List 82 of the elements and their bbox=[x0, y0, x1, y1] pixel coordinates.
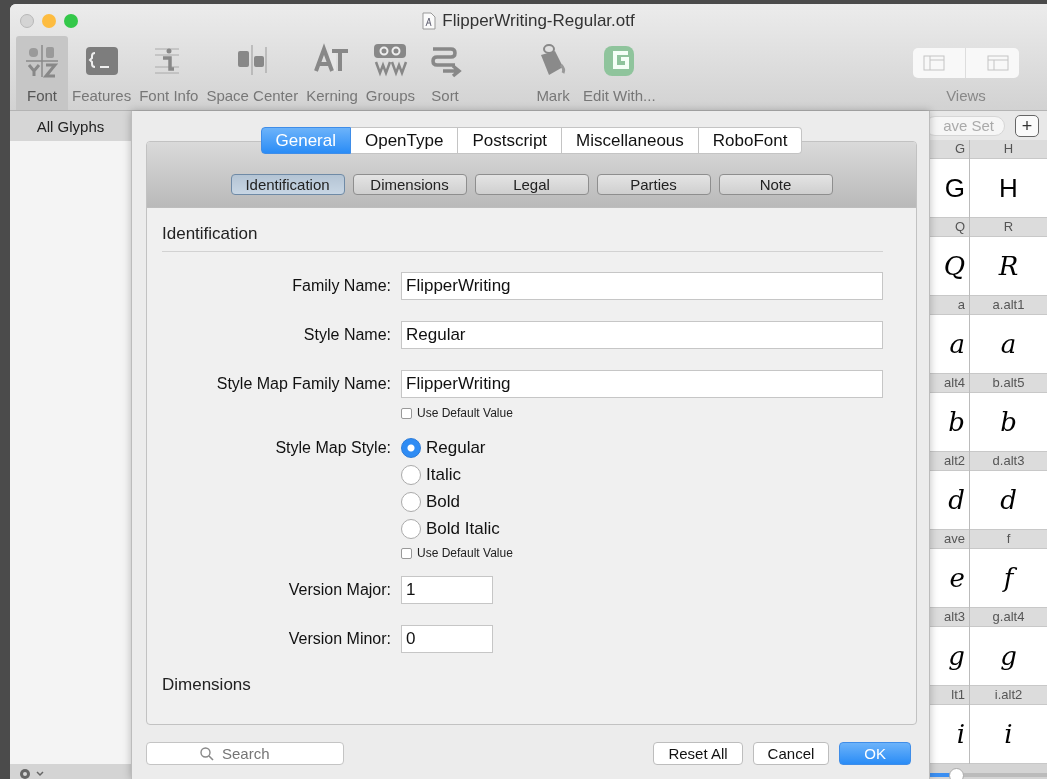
field-label: Style Map Style: bbox=[274, 438, 391, 458]
zoom-button[interactable] bbox=[64, 14, 78, 28]
glyph-name: alt4 bbox=[927, 374, 969, 394]
checkbox-label: Use Default Value bbox=[417, 406, 513, 420]
add-button[interactable]: + bbox=[1015, 114, 1039, 137]
glyph-cell[interactable]: R bbox=[970, 237, 1047, 297]
subsection-button[interactable]: Dimensions bbox=[352, 174, 467, 195]
glyph-name: d.alt3 bbox=[970, 452, 1047, 472]
glyph-name: R bbox=[970, 218, 1047, 238]
glyph-name: ave bbox=[927, 530, 969, 550]
section-title: Dimensions bbox=[162, 675, 252, 695]
glyph-name: g.alt4 bbox=[970, 608, 1047, 628]
glyph-name: b.alt5 bbox=[970, 374, 1047, 394]
subsection-button[interactable]: Identification bbox=[230, 174, 345, 195]
radio-button[interactable] bbox=[401, 492, 421, 512]
checkbox[interactable] bbox=[401, 547, 412, 559]
subsection-button[interactable]: Note bbox=[718, 174, 833, 195]
field-label: Version Minor: bbox=[287, 630, 391, 648]
glyph-cell[interactable]: G bbox=[927, 159, 969, 219]
glyph-cell[interactable]: Q bbox=[927, 237, 969, 297]
section-title: Identification bbox=[162, 224, 259, 244]
glyph-name: alt3 bbox=[927, 608, 969, 628]
radio-label: Italic bbox=[426, 465, 461, 485]
glyph-name: f bbox=[970, 530, 1047, 550]
layout-icon bbox=[923, 55, 946, 71]
text-field[interactable]: 0 bbox=[401, 625, 493, 653]
glyph-cell[interactable]: i bbox=[970, 705, 1047, 765]
window-title: FlipperWriting-Regular.otf bbox=[442, 11, 635, 31]
text-field[interactable]: FlipperWriting bbox=[401, 370, 883, 398]
radio-label: Bold Italic bbox=[426, 519, 500, 539]
glyph-cell[interactable]: b bbox=[970, 393, 1047, 453]
glyph-cell[interactable]: g bbox=[927, 627, 969, 687]
tab[interactable]: OpenType bbox=[351, 127, 459, 154]
views-label: Views bbox=[946, 87, 986, 104]
glyph-name: G bbox=[927, 140, 969, 160]
subsection-button[interactable]: Parties bbox=[596, 174, 711, 195]
glyph-name: Q bbox=[927, 218, 969, 238]
tab[interactable]: Postscript bbox=[458, 127, 563, 154]
dialog-button[interactable]: Cancel bbox=[752, 742, 830, 765]
glyph-name: alt2 bbox=[927, 452, 969, 472]
glyph-cell[interactable]: e bbox=[927, 549, 969, 609]
glyph-name: a bbox=[927, 296, 969, 316]
close-button[interactable] bbox=[20, 14, 34, 28]
glyph-name: i.alt2 bbox=[970, 686, 1047, 706]
sidebar-item[interactable]: All Glyphs bbox=[10, 111, 131, 141]
text-field[interactable]: FlipperWriting bbox=[401, 272, 883, 300]
subsection-button[interactable]: Legal bbox=[474, 174, 589, 195]
tab[interactable]: RoboFont bbox=[698, 127, 803, 154]
text-field[interactable]: 1 bbox=[401, 576, 493, 604]
glyph-cell[interactable]: f bbox=[970, 549, 1047, 609]
views-segmented-control[interactable] bbox=[913, 48, 1019, 78]
tab[interactable]: Miscellaneous bbox=[562, 127, 699, 154]
glyph-name: H bbox=[970, 140, 1047, 160]
glyph-cell[interactable]: d bbox=[927, 471, 969, 531]
radio-label: Bold bbox=[426, 492, 461, 512]
field-label: Family Name: bbox=[291, 277, 391, 295]
checkbox-label: Use Default Value bbox=[417, 546, 513, 560]
glyph-name: lt1 bbox=[927, 686, 969, 706]
field-label: Version Major: bbox=[287, 581, 391, 599]
minimize-button[interactable] bbox=[42, 14, 56, 28]
glyph-cell[interactable]: a bbox=[970, 315, 1047, 375]
glyph-cell[interactable]: g bbox=[970, 627, 1047, 687]
glyph-cell[interactable]: i bbox=[927, 705, 969, 765]
glyph-cell[interactable]: d bbox=[970, 471, 1047, 531]
layout-icon bbox=[986, 55, 1009, 71]
search-field[interactable]: Search bbox=[146, 742, 344, 765]
radio-button[interactable] bbox=[401, 519, 421, 539]
toolbar-button[interactable]: Font bbox=[16, 36, 68, 110]
text-field[interactable]: Regular bbox=[401, 321, 883, 349]
radio-button[interactable] bbox=[401, 465, 421, 485]
field-label: Style Map Family Name: bbox=[215, 375, 391, 393]
radio-button[interactable] bbox=[401, 438, 421, 458]
search-icon bbox=[200, 747, 214, 761]
checkbox[interactable] bbox=[401, 407, 412, 419]
glyph-cell[interactable]: H bbox=[970, 159, 1047, 219]
glyph-cell[interactable]: a bbox=[927, 315, 969, 375]
glyph-name: a.alt1 bbox=[970, 296, 1047, 316]
document-icon bbox=[422, 12, 437, 30]
radio-label: Regular bbox=[426, 438, 486, 458]
glyph-cell[interactable]: b bbox=[927, 393, 969, 453]
field-label: Style Name: bbox=[302, 326, 391, 344]
dialog-button[interactable]: Reset All bbox=[653, 742, 743, 765]
